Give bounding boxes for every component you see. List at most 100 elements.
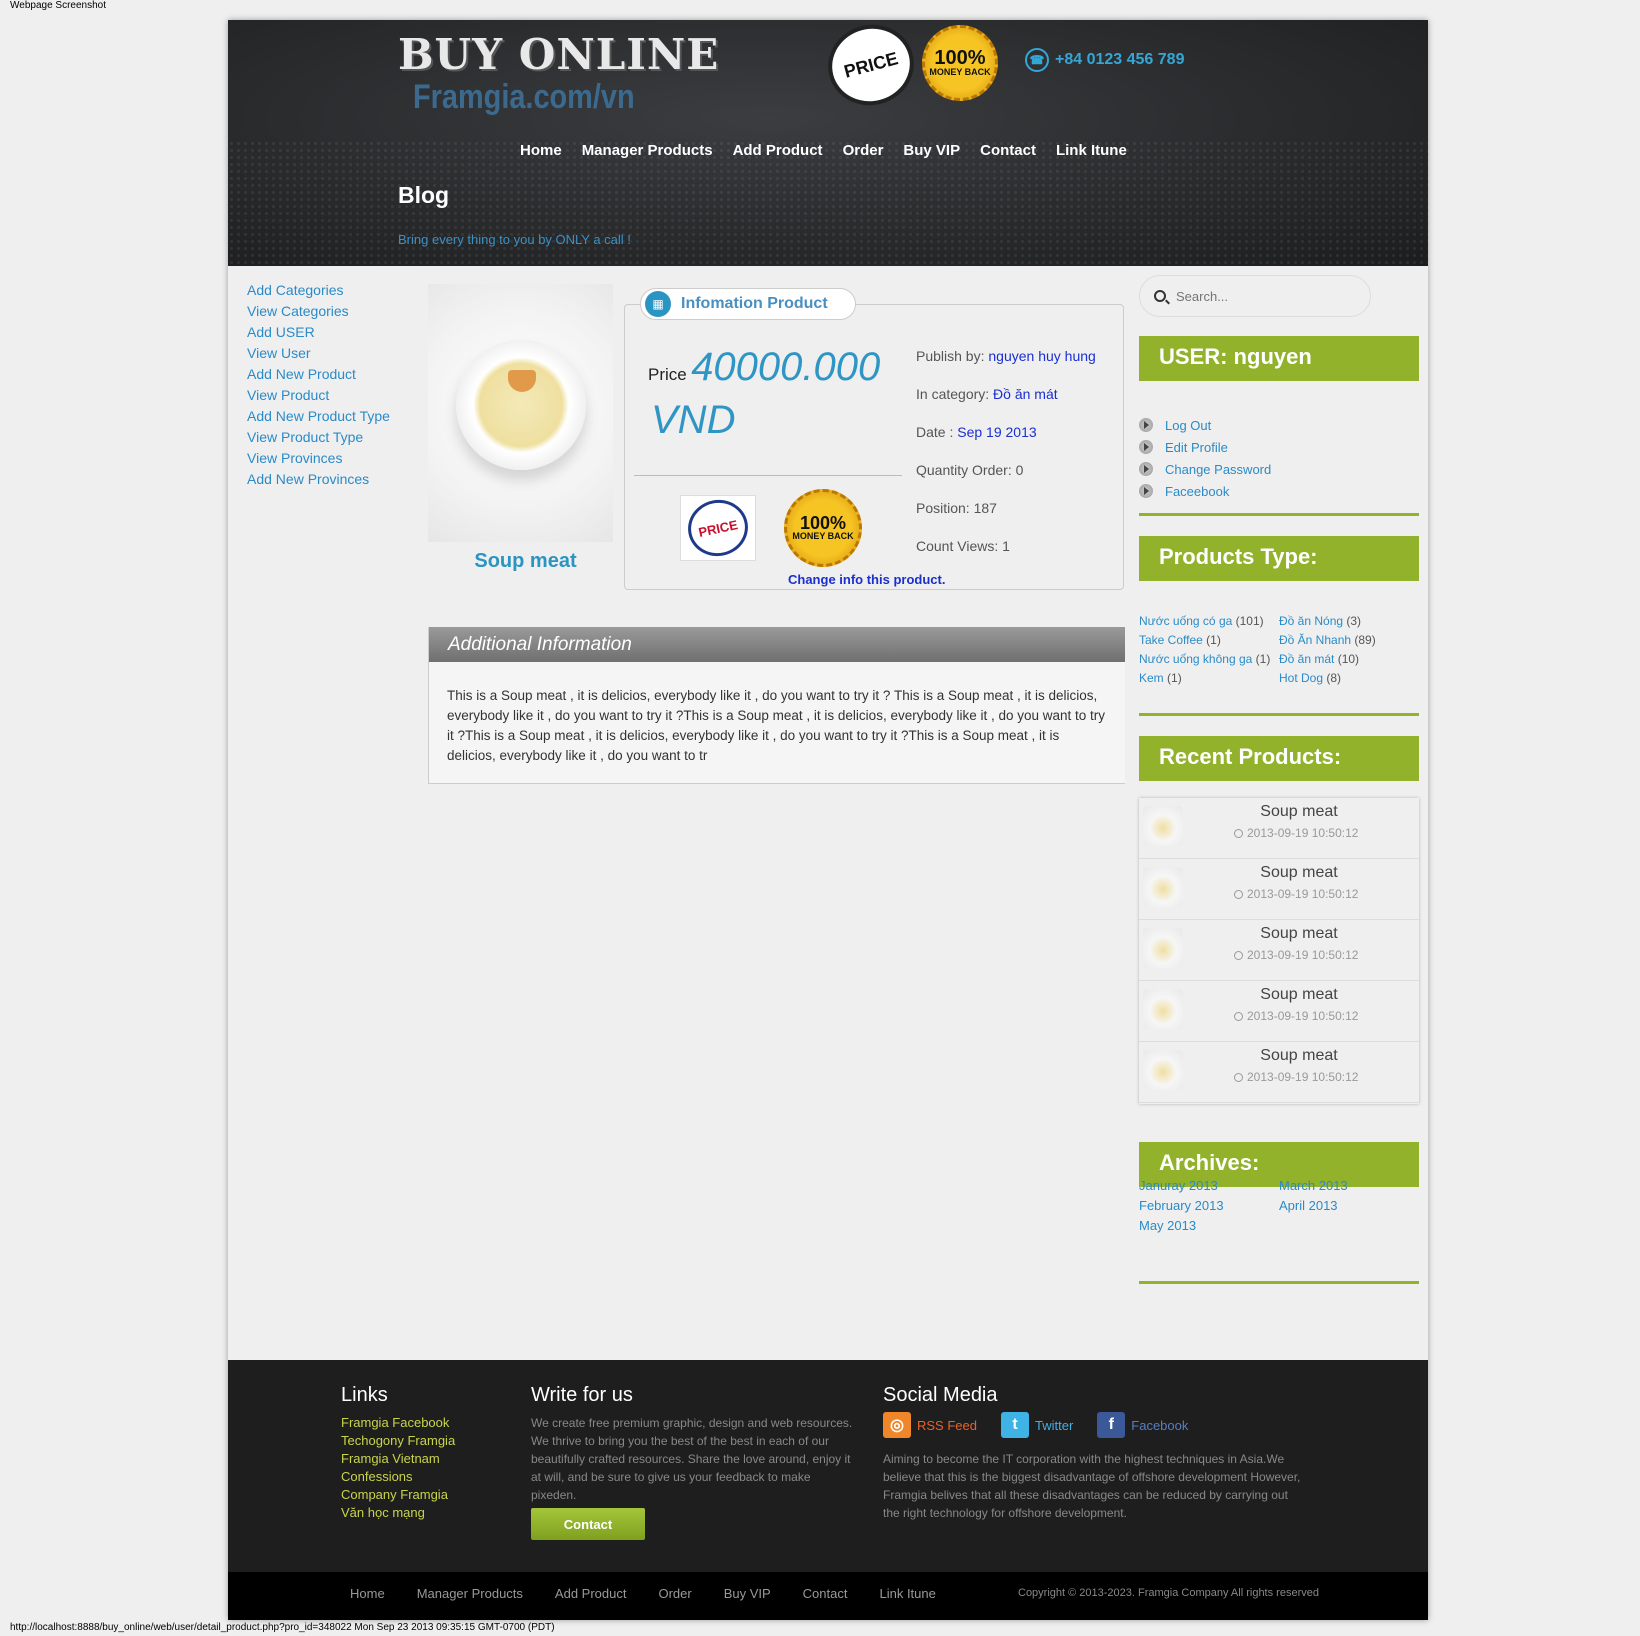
info-tab-label: Infomation Product bbox=[681, 295, 828, 312]
menu-view-categories[interactable]: View Categories bbox=[247, 301, 418, 322]
logout-link[interactable]: Log Out bbox=[1139, 414, 1271, 436]
change-password-link[interactable]: Change Password bbox=[1139, 458, 1271, 480]
type-link[interactable]: Đồ ăn Nóng bbox=[1279, 614, 1343, 628]
footer-link[interactable]: Framgia Vietnam bbox=[341, 1450, 455, 1468]
facebook-link[interactable]: Faceebook bbox=[1139, 480, 1271, 502]
divider bbox=[1139, 713, 1419, 716]
info-icon: ▦ bbox=[645, 291, 671, 317]
facebook-footer-link[interactable]: f Facebook bbox=[1097, 1412, 1188, 1438]
type-link[interactable]: Kem bbox=[1139, 671, 1164, 685]
list-item[interactable]: Soup meat 2013-09-19 10:50:12 bbox=[1139, 798, 1419, 859]
money-back-badge: 100% MONEY BACK bbox=[784, 489, 862, 567]
archive-link[interactable]: March 2013 bbox=[1279, 1178, 1419, 1193]
recent-name: Soup meat bbox=[1260, 803, 1338, 820]
user-links: Log Out Edit Profile Change Password Fac… bbox=[1139, 414, 1271, 502]
type-link[interactable]: Đồ ăn mát bbox=[1279, 652, 1334, 666]
rss-label: RSS Feed bbox=[917, 1417, 977, 1433]
category-link[interactable]: Đồ ăn mát bbox=[993, 386, 1058, 402]
menu-view-provinces[interactable]: View Provinces bbox=[247, 448, 418, 469]
logo-main[interactable]: BUY ONLINE bbox=[398, 30, 719, 79]
footer-link[interactable]: Văn học mạng bbox=[341, 1504, 455, 1522]
twitter-icon: t bbox=[1000, 1412, 1029, 1438]
twitter-link[interactable]: t Twitter bbox=[1000, 1412, 1073, 1438]
menu-add-provinces[interactable]: Add New Provinces bbox=[247, 469, 418, 490]
menu-add-user[interactable]: Add USER bbox=[247, 322, 418, 343]
product-name: Soup meat bbox=[474, 550, 577, 572]
type-link[interactable]: Nước uống có ga bbox=[1139, 614, 1232, 628]
recent-date: 2013-09-19 10:50:12 bbox=[1234, 1009, 1358, 1023]
archive-link[interactable]: April 2013 bbox=[1279, 1198, 1419, 1213]
soup-bowl-image bbox=[456, 340, 586, 470]
menu-view-user[interactable]: View User bbox=[247, 343, 418, 364]
footer-nav-contact[interactable]: Contact bbox=[803, 1586, 848, 1601]
site-header: BUY ONLINE Framgia.com/vn PRICE 100% MONE… bbox=[228, 20, 1428, 266]
clock-icon bbox=[1234, 950, 1243, 960]
contact-button[interactable]: Contact bbox=[531, 1508, 645, 1540]
recent-date-text: 2013-09-19 10:50:12 bbox=[1247, 948, 1359, 962]
phone-contact[interactable]: ☎ +84 0123 456 789 bbox=[1025, 48, 1184, 72]
type-count: (89) bbox=[1354, 633, 1376, 647]
nav-manager-products[interactable]: Manager Products bbox=[582, 142, 713, 159]
archive-link[interactable]: Januray 2013 bbox=[1139, 1178, 1279, 1193]
type-count: (1) bbox=[1167, 671, 1182, 685]
clock-icon bbox=[1234, 828, 1243, 838]
clock-icon bbox=[1234, 1011, 1243, 1021]
nav-buy-vip[interactable]: Buy VIP bbox=[903, 142, 960, 159]
footer-nav-link-itune[interactable]: Link Itune bbox=[879, 1586, 935, 1601]
footer-link[interactable]: Confessions bbox=[341, 1468, 455, 1486]
edit-profile-link[interactable]: Edit Profile bbox=[1139, 436, 1271, 458]
rss-link[interactable]: ◎ RSS Feed bbox=[883, 1412, 977, 1438]
list-item[interactable]: Soup meat 2013-09-19 10:50:12 bbox=[1139, 981, 1419, 1042]
list-item[interactable]: Soup meat 2013-09-19 10:50:12 bbox=[1139, 920, 1419, 981]
footer-nav-order[interactable]: Order bbox=[658, 1586, 691, 1601]
clock-icon bbox=[1234, 889, 1243, 899]
product-image bbox=[428, 284, 613, 542]
recent-date-text: 2013-09-19 10:50:12 bbox=[1247, 887, 1359, 901]
footer-nav-buy-vip[interactable]: Buy VIP bbox=[724, 1586, 771, 1601]
list-item[interactable]: Soup meat 2013-09-19 10:50:12 bbox=[1139, 859, 1419, 920]
change-password-label: Change Password bbox=[1165, 461, 1272, 477]
publisher-link[interactable]: nguyen huy hung bbox=[988, 348, 1095, 364]
arrow-bullet-icon bbox=[1139, 462, 1153, 476]
archive-link[interactable]: February 2013 bbox=[1139, 1198, 1279, 1213]
footer-nav-add-product[interactable]: Add Product bbox=[555, 1586, 627, 1601]
footer-nav-manager-products[interactable]: Manager Products bbox=[417, 1586, 523, 1601]
footer-link[interactable]: Company Framgia bbox=[341, 1486, 455, 1504]
nav-home[interactable]: Home bbox=[520, 142, 562, 159]
menu-view-product-type[interactable]: View Product Type bbox=[247, 427, 418, 448]
search-input[interactable] bbox=[1176, 288, 1356, 304]
type-link[interactable]: Nước uống không ga bbox=[1139, 652, 1252, 666]
menu-add-categories[interactable]: Add Categories bbox=[247, 280, 418, 301]
nav-add-product[interactable]: Add Product bbox=[733, 142, 823, 159]
footer-link[interactable]: Techogony Framgia bbox=[341, 1432, 455, 1450]
list-item[interactable]: Soup meat 2013-09-19 10:50:12 bbox=[1139, 1042, 1419, 1103]
archives-list: Januray 2013 March 2013 February 2013 Ap… bbox=[1139, 1178, 1419, 1233]
phone-icon: ☎ bbox=[1025, 48, 1049, 72]
type-count: (1) bbox=[1255, 652, 1271, 666]
search-icon[interactable] bbox=[1154, 290, 1166, 302]
nav-contact[interactable]: Contact bbox=[980, 142, 1036, 159]
type-link[interactable]: Đồ Ăn Nhanh bbox=[1279, 633, 1351, 647]
menu-add-new-product[interactable]: Add New Product bbox=[247, 364, 418, 385]
recent-name: Soup meat bbox=[1260, 986, 1338, 1003]
quantity-order: Quantity Order: 0 bbox=[916, 462, 1024, 478]
list-item: Đồ ăn Nóng (3) bbox=[1279, 614, 1419, 628]
type-count: (1) bbox=[1206, 633, 1221, 647]
footer-nav-home[interactable]: Home bbox=[350, 1586, 385, 1601]
arrow-bullet-icon bbox=[1139, 484, 1153, 498]
nav-order[interactable]: Order bbox=[843, 142, 884, 159]
position: Position: 187 bbox=[916, 500, 997, 516]
edit-profile-label: Edit Profile bbox=[1165, 439, 1228, 455]
facebook-label: Faceebook bbox=[1165, 483, 1230, 499]
archive-link[interactable]: May 2013 bbox=[1139, 1218, 1279, 1233]
recent-date: 2013-09-19 10:50:12 bbox=[1234, 826, 1358, 840]
footer-link[interactable]: Framgia Facebook bbox=[341, 1414, 455, 1432]
menu-add-product-type[interactable]: Add New Product Type bbox=[247, 406, 418, 427]
menu-view-product[interactable]: View Product bbox=[247, 385, 418, 406]
type-link[interactable]: Hot Dog bbox=[1279, 671, 1323, 685]
list-item: Take Coffee (1) bbox=[1139, 633, 1279, 647]
nav-link-itune[interactable]: Link Itune bbox=[1056, 142, 1127, 159]
type-link[interactable]: Take Coffee bbox=[1139, 633, 1203, 647]
list-item: Nước uống không ga (1) bbox=[1139, 652, 1279, 666]
logo-sub[interactable]: Framgia.com/vn bbox=[413, 78, 635, 117]
